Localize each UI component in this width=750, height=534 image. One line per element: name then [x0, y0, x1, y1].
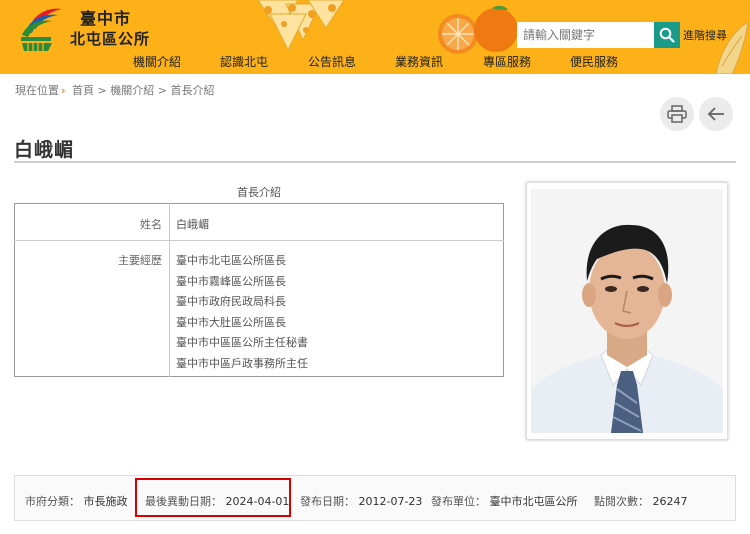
flower-decoration-icon: [257, 0, 345, 52]
breadcrumb: 現在位置 › 首頁 > 機關介紹 > 首長介紹: [15, 82, 214, 98]
leader-info-table: 姓名 白峨嵋 主要經歷 臺中市北屯區公所區長 臺中市霧峰區公所區長 臺中市政府民…: [14, 203, 504, 377]
table-row-experience: 主要經歷 臺中市北屯區公所區長 臺中市霧峰區公所區長 臺中市政府民政局科長 臺中…: [14, 240, 504, 377]
breadcrumb-separator: >: [97, 84, 107, 97]
meta-published-value: 2012-07-23: [358, 495, 423, 508]
page-title: 白峨嵋: [14, 139, 75, 161]
logo-icon[interactable]: [16, 5, 66, 55]
nav-special-services[interactable]: 專區服務: [483, 53, 531, 70]
experience-item: 臺中市中區區公所主任秘書: [176, 336, 308, 349]
table-row-name: 姓名 白峨嵋: [14, 203, 504, 241]
experience-item: 臺中市北屯區公所區長: [176, 254, 286, 267]
meta-unit-value: 臺中市北屯區公所: [489, 495, 578, 508]
org-name-line1: 臺中市: [80, 9, 132, 28]
meta-category-value: 市長施政: [83, 495, 128, 508]
breadcrumb-home[interactable]: 首頁: [72, 84, 94, 97]
table-caption: 首長介紹: [237, 186, 281, 199]
experience-label: 主要經歷: [14, 240, 170, 377]
meta-published: 發布日期： 2012-07-23: [300, 493, 422, 509]
breadcrumb-about-agency[interactable]: 機關介紹: [110, 84, 154, 97]
nav-about-agency[interactable]: 機關介紹: [133, 53, 181, 70]
meta-views: 點閱次數： 26247: [594, 493, 688, 509]
orange-fruit-decoration-icon: [438, 5, 518, 54]
site-header: 臺中市 北屯區公所 進階搜尋: [0, 0, 750, 74]
experience-item: 臺中市中區戶政事務所主任: [176, 356, 308, 370]
back-button[interactable]: [699, 97, 733, 131]
nav-citizen-services[interactable]: 便民服務: [570, 53, 618, 70]
breadcrumb-here-label: 現在位置: [15, 84, 59, 97]
experience-item: 臺中市霧峰區公所區長: [176, 274, 286, 288]
back-arrow-icon: [707, 107, 724, 121]
nav-about-beitun[interactable]: 認識北屯: [220, 53, 268, 70]
org-name[interactable]: 臺中市 北屯區公所: [70, 9, 150, 49]
print-icon: [667, 105, 687, 123]
name-label: 姓名: [14, 203, 170, 241]
name-value: 白峨嵋: [169, 203, 504, 241]
search-button[interactable]: [654, 22, 680, 48]
breadcrumb-separator: >: [157, 84, 167, 97]
experience-item: 臺中市政府民政局科長: [176, 295, 286, 308]
updated-date-highlight: [135, 478, 291, 517]
meta-category: 市府分類： 市長施政: [25, 493, 128, 509]
meta-views-label: 點閱次數：: [594, 495, 649, 508]
meta-unit: 發布單位： 臺中市北屯區公所: [431, 493, 578, 509]
leader-photo: [526, 182, 728, 440]
org-name-line2: 北屯區公所: [70, 30, 151, 48]
meta-unit-label: 發布單位：: [431, 495, 486, 508]
search-icon: [659, 27, 675, 43]
bamboo-shoot-decoration-icon: [715, 22, 749, 74]
portrait-photo-icon: [531, 189, 723, 433]
meta-category-label: 市府分類：: [25, 495, 80, 508]
experience-list: 臺中市北屯區公所區長 臺中市霧峰區公所區長 臺中市政府民政局科長 臺中市大肚區公…: [170, 241, 504, 377]
breadcrumb-arrow-icon: ›: [61, 84, 66, 97]
meta-published-label: 發布日期：: [300, 495, 355, 508]
breadcrumb-leader-intro[interactable]: 首長介紹: [170, 84, 214, 97]
title-divider: [14, 161, 736, 163]
meta-views-value: 26247: [652, 495, 688, 508]
search-input[interactable]: [517, 22, 654, 48]
nav-announcements[interactable]: 公告訊息: [308, 53, 356, 70]
print-button[interactable]: [660, 97, 694, 131]
experience-item: 臺中市大肚區公所區長: [176, 315, 286, 329]
nav-business-info[interactable]: 業務資訊: [395, 53, 443, 70]
page-meta-bar: 市府分類： 市長施政 最後異動日期： 2024-04-01 發布日期： 2012…: [14, 475, 736, 521]
